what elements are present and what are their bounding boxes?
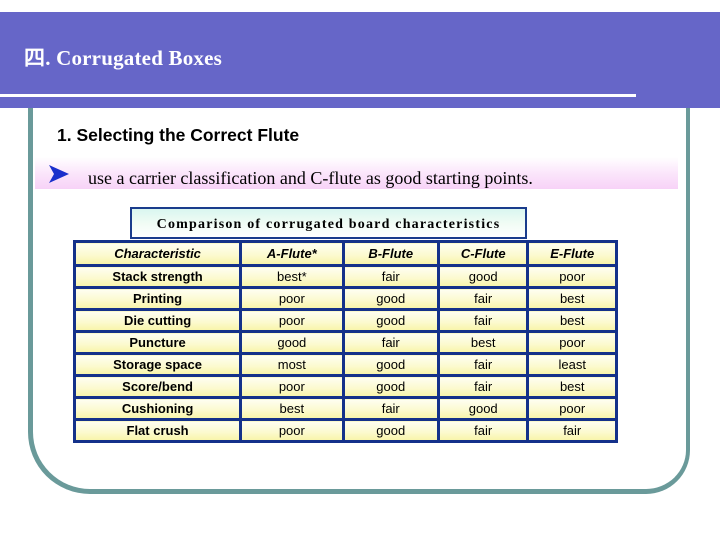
- row-label: Cushioning: [72, 396, 243, 421]
- table-cell: good: [436, 264, 530, 289]
- table-cell: poor: [526, 330, 618, 355]
- table-cell: fair: [341, 264, 440, 289]
- column-header: C-Flute: [436, 240, 530, 267]
- table-cell: best*: [239, 264, 345, 289]
- table-cell: most: [239, 352, 345, 377]
- table-cell: poor: [526, 396, 618, 421]
- table-cell: good: [341, 308, 440, 333]
- table-cell: good: [436, 396, 530, 421]
- row-label: Storage space: [72, 352, 243, 377]
- row-label: Flat crush: [72, 418, 243, 443]
- column-header: Characteristic: [72, 240, 243, 267]
- row-label: Score/bend: [72, 374, 243, 399]
- table-header-row: Characteristic A-Flute* B-Flute C-Flute …: [72, 240, 618, 267]
- table-cell: good: [341, 286, 440, 311]
- table-cell: fair: [436, 352, 530, 377]
- table-cell: poor: [239, 374, 345, 399]
- table-row: Stack strength best* fair good poor: [72, 264, 618, 289]
- banner-divider: [0, 94, 636, 97]
- table-row: Puncture good fair best poor: [72, 330, 618, 355]
- table-cell: fair: [436, 418, 530, 443]
- table-cell: best: [526, 286, 618, 311]
- table-cell: fair: [341, 396, 440, 421]
- table-cell: fair: [436, 374, 530, 399]
- arrow-right-icon: [49, 165, 69, 183]
- slide-title: 四. Corrugated Boxes: [24, 46, 223, 70]
- table-row: Flat crush poor good fair fair: [72, 418, 618, 443]
- comparison-table: Characteristic A-Flute* B-Flute C-Flute …: [72, 240, 618, 443]
- row-label: Die cutting: [72, 308, 243, 333]
- table-row: Storage space most good fair least: [72, 352, 618, 377]
- table-cell: fair: [341, 330, 440, 355]
- table-caption-text: Comparison of corrugated board character…: [156, 217, 501, 232]
- column-header: E-Flute: [526, 240, 618, 267]
- table-row: Printing poor good fair best: [72, 286, 618, 311]
- table-cell: good: [341, 352, 440, 377]
- section-heading: 1. Selecting the Correct Flute: [57, 125, 300, 145]
- table-row: Score/bend poor good fair best: [72, 374, 618, 399]
- row-label: Puncture: [72, 330, 243, 355]
- title-banner-tab: [693, 13, 720, 108]
- table-cell: best: [526, 308, 618, 333]
- table-cell: good: [341, 418, 440, 443]
- table-cell: best: [239, 396, 345, 421]
- table-cell: poor: [526, 264, 618, 289]
- table-cell: poor: [239, 418, 345, 443]
- table-caption: Comparison of corrugated board character…: [130, 207, 527, 239]
- table-cell: fair: [436, 308, 530, 333]
- column-header: B-Flute: [341, 240, 440, 267]
- table-cell: fair: [526, 418, 618, 443]
- column-header: A-Flute*: [239, 240, 345, 267]
- table-cell: poor: [239, 286, 345, 311]
- table-cell: best: [526, 374, 618, 399]
- table-cell: good: [239, 330, 345, 355]
- table-cell: best: [436, 330, 530, 355]
- table-row: Die cutting poor good fair best: [72, 308, 618, 333]
- table-cell: least: [526, 352, 618, 377]
- table-row: Cushioning best fair good poor: [72, 396, 618, 421]
- bullet-text: use a carrier classification and C-flute…: [88, 168, 533, 188]
- table-cell: poor: [239, 308, 345, 333]
- table-cell: fair: [436, 286, 530, 311]
- row-label: Printing: [72, 286, 243, 311]
- row-label: Stack strength: [72, 264, 243, 289]
- table-cell: good: [341, 374, 440, 399]
